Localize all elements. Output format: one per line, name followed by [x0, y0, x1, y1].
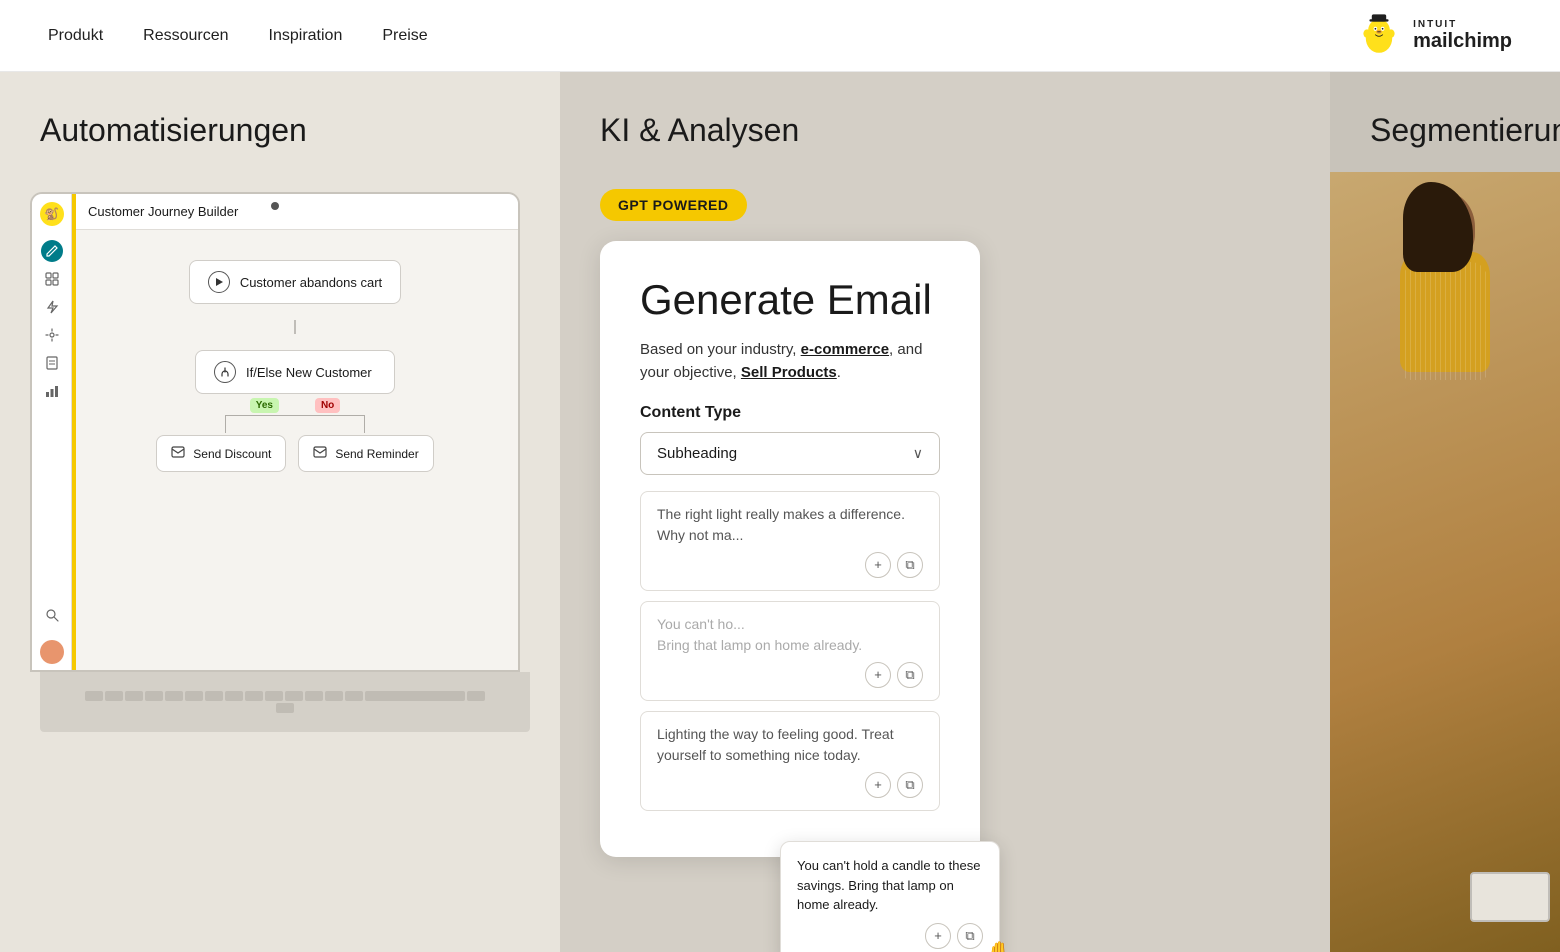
journey-node-branch-label: If/Else New Customer	[246, 365, 372, 380]
journey-header-title: Customer Journey Builder	[72, 194, 518, 230]
journey-canvas: Customer abandons cart If/Else New Custo…	[72, 230, 518, 670]
sidebar-icon-settings[interactable]	[41, 324, 63, 346]
logo[interactable]: INTUIT mailchimp	[1355, 12, 1512, 60]
sidebar-icon-doc[interactable]	[41, 352, 63, 374]
journey-main: Customer Journey Builder Customer abando…	[72, 194, 518, 670]
sidebar-icon-search[interactable]	[41, 604, 63, 626]
text-box-1-actions: + ⧉	[657, 552, 923, 578]
tooltip-text: You can't hold a candle to these savings…	[797, 858, 980, 912]
add-button-2[interactable]: +	[865, 662, 891, 688]
nav-link-produkt[interactable]: Produkt	[48, 27, 103, 45]
section-automatisierungen-title: Automatisierungen	[40, 112, 560, 149]
copy-button-3[interactable]: ⧉	[897, 772, 923, 798]
desc-before: Based on your industry,	[640, 341, 796, 358]
nav-link-preise[interactable]: Preise	[382, 27, 427, 45]
tooltip-add-button[interactable]: +	[925, 923, 951, 949]
journey-node-send-discount[interactable]: Send Discount	[156, 435, 286, 472]
branch-icon	[214, 361, 236, 383]
desc-link-sell[interactable]: Sell Products	[741, 364, 837, 381]
copy-button-1[interactable]: ⧉	[897, 552, 923, 578]
yellow-accent-bar	[72, 194, 76, 670]
generate-email-card: Generate Email Based on your industry, e…	[600, 241, 980, 857]
mail-icon-discount	[171, 446, 185, 461]
copy-button-2[interactable]: ⧉	[897, 662, 923, 688]
content-type-select[interactable]: Subheading ∨	[640, 432, 940, 475]
text-option-3-content: Lighting the way to feeling good. Treat …	[657, 726, 894, 763]
laptop-camera	[271, 202, 279, 210]
text-option-2-wrapper: You can't ho...Bring that lamp on home a…	[640, 601, 940, 701]
text-option-2[interactable]: You can't ho...Bring that lamp on home a…	[640, 601, 940, 701]
branch-lines	[165, 415, 425, 433]
journey-node-branch[interactable]: If/Else New Customer	[195, 350, 395, 394]
woman-hair	[1403, 182, 1473, 272]
sidebar-icon-grid[interactable]	[41, 268, 63, 290]
send-discount-label: Send Discount	[193, 447, 271, 461]
chevron-down-icon: ∨	[913, 445, 923, 462]
tooltip-actions: + ⧉	[797, 923, 983, 949]
nav-links: Produkt Ressourcen Inspiration Preise	[48, 27, 428, 45]
cursor-hand-icon: ✋	[985, 937, 1015, 952]
journey-branch-container: If/Else New Customer Yes No	[156, 350, 433, 472]
text-box-3-actions: + ⧉	[657, 772, 923, 798]
logo-text: INTUIT mailchimp	[1413, 19, 1512, 53]
text-option-1-content: The right light really makes a differenc…	[657, 506, 905, 543]
sidebar-logo-icon: 🐒	[40, 202, 64, 226]
content-type-label: Content Type	[640, 404, 940, 422]
woman-laptop	[1470, 872, 1550, 922]
generate-email-title: Generate Email	[640, 277, 940, 323]
branch-no-label: No	[315, 398, 340, 413]
tooltip-copy-button[interactable]: ⧉	[957, 923, 983, 949]
ki-content: GPT POWERED Generate Email Based on your…	[600, 189, 1330, 857]
text-option-1[interactable]: The right light really makes a differenc…	[640, 491, 940, 591]
mailchimp-logo-icon	[1355, 12, 1403, 60]
generate-email-description: Based on your industry, e-commerce, and …	[640, 339, 940, 384]
mail-icon-reminder	[313, 446, 327, 461]
gpt-badge: GPT POWERED	[600, 189, 747, 221]
hero-sections: Automatisierungen 🐒	[0, 72, 1560, 952]
section-segmentierung-title: Segmentierung	[1370, 112, 1560, 149]
sidebar-icon-bolt[interactable]	[41, 296, 63, 318]
section-ki-title: KI & Analysen	[600, 112, 1330, 149]
add-button-3[interactable]: +	[865, 772, 891, 798]
play-icon	[208, 271, 230, 293]
text-option-3[interactable]: Lighting the way to feeling good. Treat …	[640, 711, 940, 811]
journey-node-trigger[interactable]: Customer abandons cart	[189, 260, 401, 304]
sidebar-avatar[interactable]	[40, 640, 64, 664]
send-reminder-label: Send Reminder	[335, 447, 418, 461]
add-button-1[interactable]: +	[865, 552, 891, 578]
text-option-2-content: You can't ho...Bring that lamp on home a…	[657, 616, 862, 653]
navbar: Produkt Ressourcen Inspiration Preise	[0, 0, 1560, 72]
section-automatisierungen: Automatisierungen 🐒	[0, 72, 560, 952]
select-value: Subheading	[657, 445, 737, 462]
laptop-keyboard	[40, 672, 530, 732]
branch-labels: Yes No	[250, 398, 341, 413]
tooltip-popup: You can't hold a candle to these savings…	[780, 841, 1000, 952]
laptop-screen: 🐒	[30, 192, 520, 672]
journey-node-trigger-label: Customer abandons cart	[240, 275, 382, 290]
section-segmentierung: Segmentierung	[1330, 72, 1560, 952]
branch-yes-label: Yes	[250, 398, 279, 413]
text-box-2-actions: + ⧉	[657, 662, 923, 688]
desc-link-ecommerce[interactable]: e-commerce	[801, 341, 889, 358]
keyboard-keys	[85, 691, 485, 713]
section-ki-analysen: KI & Analysen GPT POWERED Generate Email…	[560, 72, 1330, 952]
journey-action-nodes: Send Discount Send Reminder	[156, 435, 433, 472]
nav-link-inspiration[interactable]: Inspiration	[269, 27, 343, 45]
connector-1	[294, 320, 296, 334]
woman-background	[1330, 172, 1560, 952]
laptop-mockup: 🐒	[30, 192, 560, 952]
person-image-area	[1330, 172, 1560, 952]
sidebar-icon-chart[interactable]	[41, 380, 63, 402]
nav-link-ressourcen[interactable]: Ressourcen	[143, 27, 228, 45]
journey-sidebar: 🐒	[32, 194, 72, 670]
woman-shirt-pattern	[1401, 262, 1489, 380]
journey-node-send-reminder[interactable]: Send Reminder	[298, 435, 433, 472]
sidebar-icon-edit[interactable]	[41, 240, 63, 262]
